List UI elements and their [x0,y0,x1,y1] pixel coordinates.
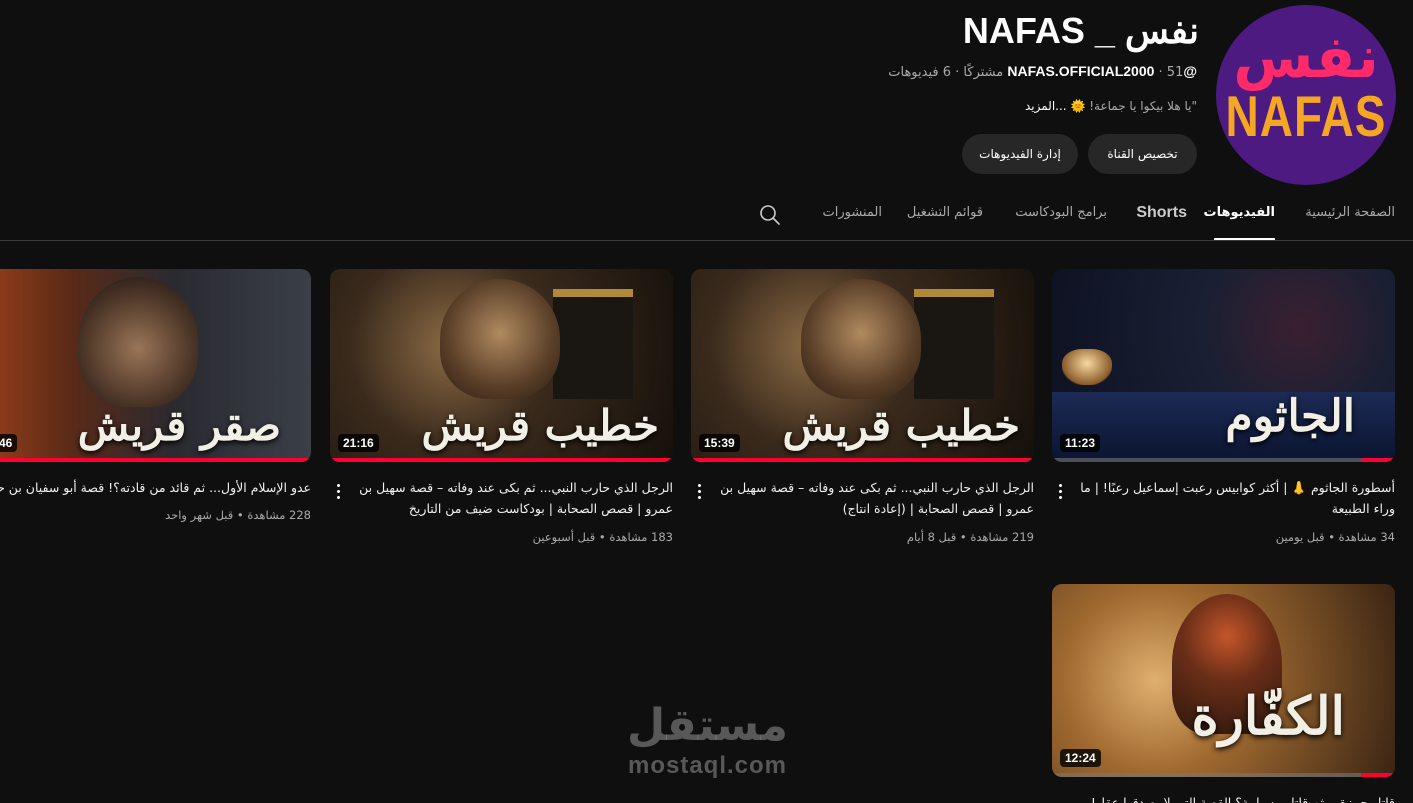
channel-description[interactable]: "يا هلا بيكوا يا جماعة! 🌞 ...المزيد [1025,99,1197,113]
tab-shorts[interactable]: Shorts [1136,204,1187,222]
figure-shape [78,277,198,407]
more-actions-icon[interactable] [1052,479,1068,503]
video-thumbnail[interactable]: خطيب قريش 15:39 [691,269,1034,462]
watermark-arabic: مستقل [627,700,788,751]
kaaba-shape [914,289,994,399]
watch-progress-track [691,458,1034,462]
thumbnail-title-text: خطيب قريش [421,401,659,450]
video-meta: 219 مشاهدة • قبل 8 أيام [906,530,1034,544]
watch-progress-track [1052,773,1395,777]
watch-progress-fill [1360,458,1395,462]
video-meta: 34 مشاهدة • قبل يومين [1275,530,1395,544]
thumbnail-title-text: صقر قريش [77,401,281,450]
watch-progress-track [0,458,311,462]
video-card[interactable]: خطيب قريش 21:16 الرجل الذي حارب النبي...… [330,269,673,544]
video-thumbnail[interactable]: الكفّارة 12:24 [1052,584,1395,777]
more-actions-icon[interactable] [330,479,346,503]
video-duration: 11:23 [1060,434,1101,452]
tab-podcasts[interactable]: برامج البودكاست [1015,205,1107,220]
search-icon[interactable] [758,203,782,227]
watch-progress-track [330,458,673,462]
watch-progress-fill [330,458,673,462]
more-link[interactable]: ...المزيد [1025,99,1067,113]
tab-home[interactable]: الصفحة الرئيسية [1305,205,1395,220]
video-title[interactable]: أسطورة الجاثوم 👃 | أكثر كوابيس رعبت إسما… [1077,477,1395,519]
video-title[interactable]: الرجل الذي حارب النبي... ثم بكى عند وفات… [716,477,1034,519]
video-card[interactable]: الكفّارة 12:24 قاتل حمزة... ثم قاتل مسيل… [1052,584,1395,803]
video-title[interactable]: عدو الإسلام الأول... ثم قائد من قادته؟! … [0,477,311,498]
video-duration: 46 [0,434,18,452]
watch-progress-fill [691,458,1034,462]
watermark-latin: mostaql.com [627,752,788,779]
tab-posts[interactable]: المنشورات [823,205,882,220]
video-thumbnail[interactable]: الجاثوم 11:23 [1052,269,1395,462]
video-duration: 12:24 [1060,749,1101,767]
figure-shape [801,279,921,399]
more-actions-icon[interactable] [691,479,707,503]
video-title[interactable]: قاتل حمزة... ثم قاتل مسيلمة؟ القصة التي … [1077,792,1395,803]
customize-channel-button[interactable]: تخصيص القناة [1088,134,1197,174]
channel-avatar[interactable]: نفس NAFAS [1216,5,1396,185]
lamp-shape [1062,349,1112,385]
video-card[interactable]: خطيب قريش 15:39 الرجل الذي حارب النبي...… [691,269,1034,544]
video-duration: 21:16 [338,434,379,452]
video-thumbnail[interactable]: خطيب قريش 21:16 [330,269,673,462]
watch-progress-track [1052,458,1395,462]
video-card[interactable]: الجاثوم 11:23 أسطورة الجاثوم 👃 | أكثر كو… [1052,269,1395,544]
kaaba-shape [553,289,633,399]
watch-progress-fill [0,458,311,462]
video-title[interactable]: الرجل الذي حارب النبي... ثم بكى عند وفات… [355,477,673,519]
tabs-divider [0,240,1413,241]
channel-title: نفس _ NAFAS [962,10,1199,51]
watch-progress-fill [1360,773,1395,777]
tab-playlists[interactable]: قوائم التشغيل [907,205,983,220]
video-card[interactable]: صقر قريش 46 عدو الإسلام الأول... ثم قائد… [0,269,311,522]
video-meta: 228 مشاهدة • قبل شهر واحد [165,508,311,522]
avatar-arabic-text: نفس [1233,23,1379,91]
video-duration: 15:39 [699,434,740,452]
avatar-latin-text: NAFAS [1225,83,1387,149]
figure-shape [440,279,560,399]
channel-description-text: "يا هلا بيكوا يا جماعة! 🌞 [1070,99,1197,113]
manage-videos-button[interactable]: إدارة الفيديوهات [962,134,1078,174]
tab-videos[interactable]: الفيديوهات [1204,205,1276,220]
mostaql-watermark: مستقل mostaql.com [620,700,795,780]
channel-page: نفس NAFAS نفس _ NAFAS @NAFAS.OFFICIAL200… [0,0,1413,803]
video-meta: 183 مشاهدة • قبل أسبوعين [532,530,673,544]
thumbnail-title-text: الجاثوم [1225,391,1355,442]
video-thumbnail[interactable]: صقر قريش 46 [0,269,311,462]
thumbnail-title-text: خطيب قريش [782,401,1020,450]
thumbnail-title-text: الكفّارة [1191,686,1345,747]
channel-meta: @NAFAS.OFFICIAL2000 · 51 مشتركًا · 6 فيد… [888,63,1197,80]
